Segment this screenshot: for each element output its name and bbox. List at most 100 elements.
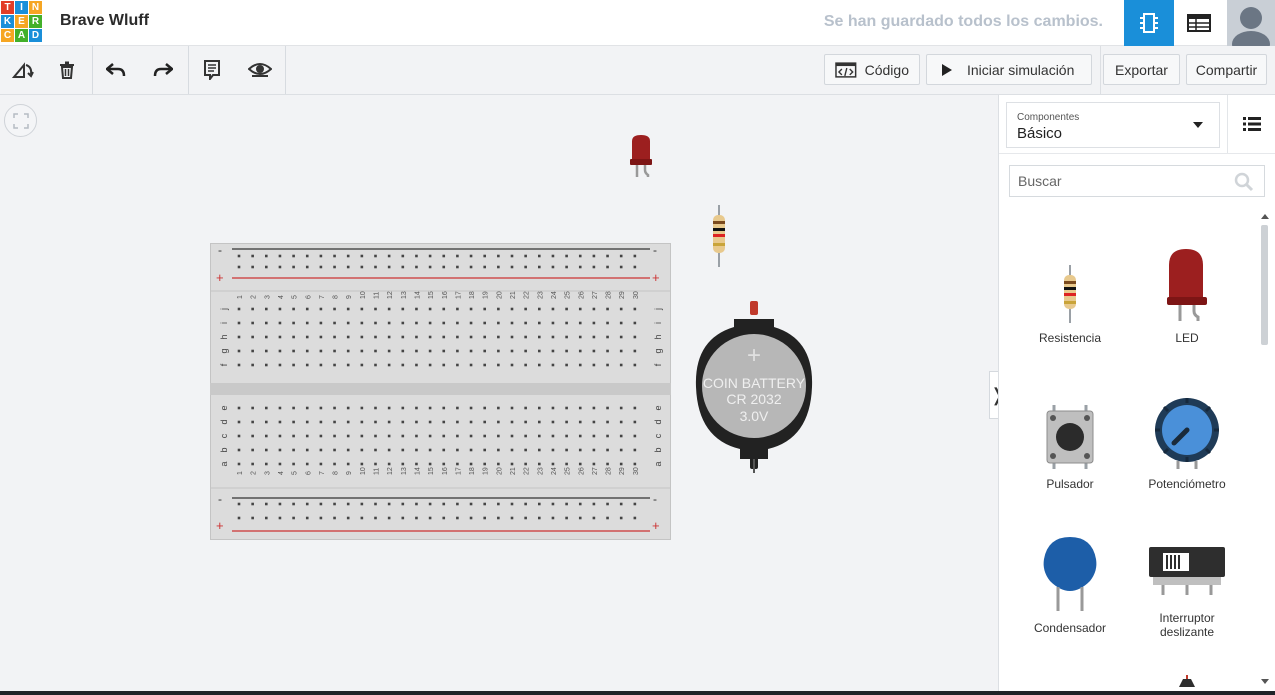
share-button[interactable]: Compartir [1186,54,1267,85]
column-number: 20 [496,467,503,475]
component-pushbutton[interactable]: Pulsador [1015,389,1125,491]
components-dropdown-value: Básico [1017,125,1063,142]
column-number: 3 [264,471,271,475]
toolbar: Código Iniciar simulación Exportar Compa… [0,46,1275,95]
start-simulation-button[interactable]: Iniciar simulación [926,54,1092,85]
component-label: Condensador [1033,621,1107,635]
logo-letter: E [15,15,28,28]
workplane-canvas[interactable]: - - + + - - + +1 1 2 2 3 3 4 4 5 5 6 6 7 7 8 8 9 9 10 10 11 11 12 12 13… [0,95,1005,695]
undo-button[interactable] [93,46,139,94]
column-number: 3 [264,295,271,299]
components-dropdown[interactable]: Componentes Básico [1006,102,1220,148]
rail-minus-label: - [653,492,657,506]
row-label: g [219,348,229,353]
column-number: 4 [278,295,285,299]
component-label: Potenciómetro [1148,477,1226,491]
column-number: 27 [592,291,599,299]
column-number: 11 [374,468,381,475]
top-bar: TIN KER CAD Brave Wluff Se han guardado to… [0,0,1275,46]
logo-letter: D [29,29,42,42]
coin-battery[interactable]: + COIN BATTERY CR 2032 3.0V [693,299,815,473]
table-icon [1187,14,1211,32]
fit-view-icon [12,112,29,129]
column-number: 30 [633,291,640,299]
row-label: a [219,461,229,466]
component-slide-switch[interactable]: Interruptor deslizante [1132,533,1242,639]
column-number: 24 [551,291,558,299]
table-view-button[interactable] [1174,0,1224,46]
scroll-down-icon[interactable] [1261,679,1269,685]
column-number: 14 [414,291,421,299]
code-label: Código [864,61,909,78]
export-button[interactable]: Exportar [1103,54,1180,85]
column-number: 17 [455,467,462,475]
row-label: j [219,308,229,311]
logo-letter: I [15,1,28,14]
project-title[interactable]: Brave Wluff [60,12,149,30]
play-icon [942,63,952,76]
column-number: 6 [305,471,312,475]
column-number: 1 [237,471,244,475]
scroll-up-icon[interactable] [1261,213,1269,219]
column-number: 16 [442,467,449,475]
rail-plus-label: + [652,270,660,285]
logo-letter: K [1,15,14,28]
column-number: 25 [565,467,572,475]
column-number: 18 [469,467,476,475]
notes-button[interactable] [189,46,235,94]
row-label: b [653,447,663,452]
column-number: 19 [483,467,490,475]
logo-letter: N [29,1,42,14]
breadboard[interactable]: - -+ +- -+ +11223344556677889910101111121213… [210,243,671,540]
code-button[interactable]: Código [824,54,920,85]
column-number: 7 [319,471,326,475]
panel-scrollbar[interactable] [1260,213,1269,691]
resistor-component[interactable] [710,205,728,267]
column-number: 29 [619,467,626,475]
circuit-view-button[interactable] [1124,0,1174,46]
fit-view-button[interactable] [4,104,37,137]
column-number: 15 [428,291,435,299]
tinkercad-logo[interactable]: TIN KER CAD [0,0,42,44]
delete-button[interactable] [44,46,90,94]
component-potentiometer[interactable]: Potenciómetro [1132,389,1242,491]
search-box [1009,165,1265,197]
component-resistor[interactable]: Resistencia [1015,243,1125,345]
search-icon[interactable] [1234,172,1254,192]
component-capacitor[interactable]: Condensador [1015,533,1125,635]
rail-plus-label: + [216,518,224,533]
trash-icon [60,61,74,79]
column-number: 22 [524,467,531,475]
battery-label-1: COIN BATTERY [703,375,806,391]
led-icon [1167,249,1207,321]
search-input[interactable] [1010,166,1230,196]
list-icon [1243,117,1261,131]
column-number: 6 [305,295,312,299]
code-icon [835,61,857,78]
rotate-button[interactable] [0,46,46,94]
undo-icon [106,63,126,77]
rotate-icon [12,62,34,78]
capacitor-icon [1043,537,1097,611]
column-number: 8 [333,471,340,475]
column-number: 16 [442,291,449,299]
row-label: h [219,334,229,339]
row-label: j [653,308,663,311]
save-status: Se han guardado todos los cambios. [823,13,1103,30]
scroll-thumb[interactable] [1261,225,1268,345]
led-component[interactable] [628,135,656,179]
column-number: 23 [537,467,544,475]
column-number: 27 [592,467,599,475]
component-led[interactable]: LED [1132,243,1242,345]
rail-minus-label: - [218,243,222,257]
component-label: LED [1175,331,1199,345]
resistor-icon [1064,265,1076,323]
visibility-button[interactable] [237,46,283,94]
user-avatar[interactable] [1227,0,1275,46]
logo-letter: C [1,29,14,42]
redo-icon [153,63,173,77]
column-number: 5 [292,471,299,475]
redo-button[interactable] [140,46,186,94]
rail-plus-label: + [216,270,224,285]
list-view-button[interactable] [1227,95,1275,153]
